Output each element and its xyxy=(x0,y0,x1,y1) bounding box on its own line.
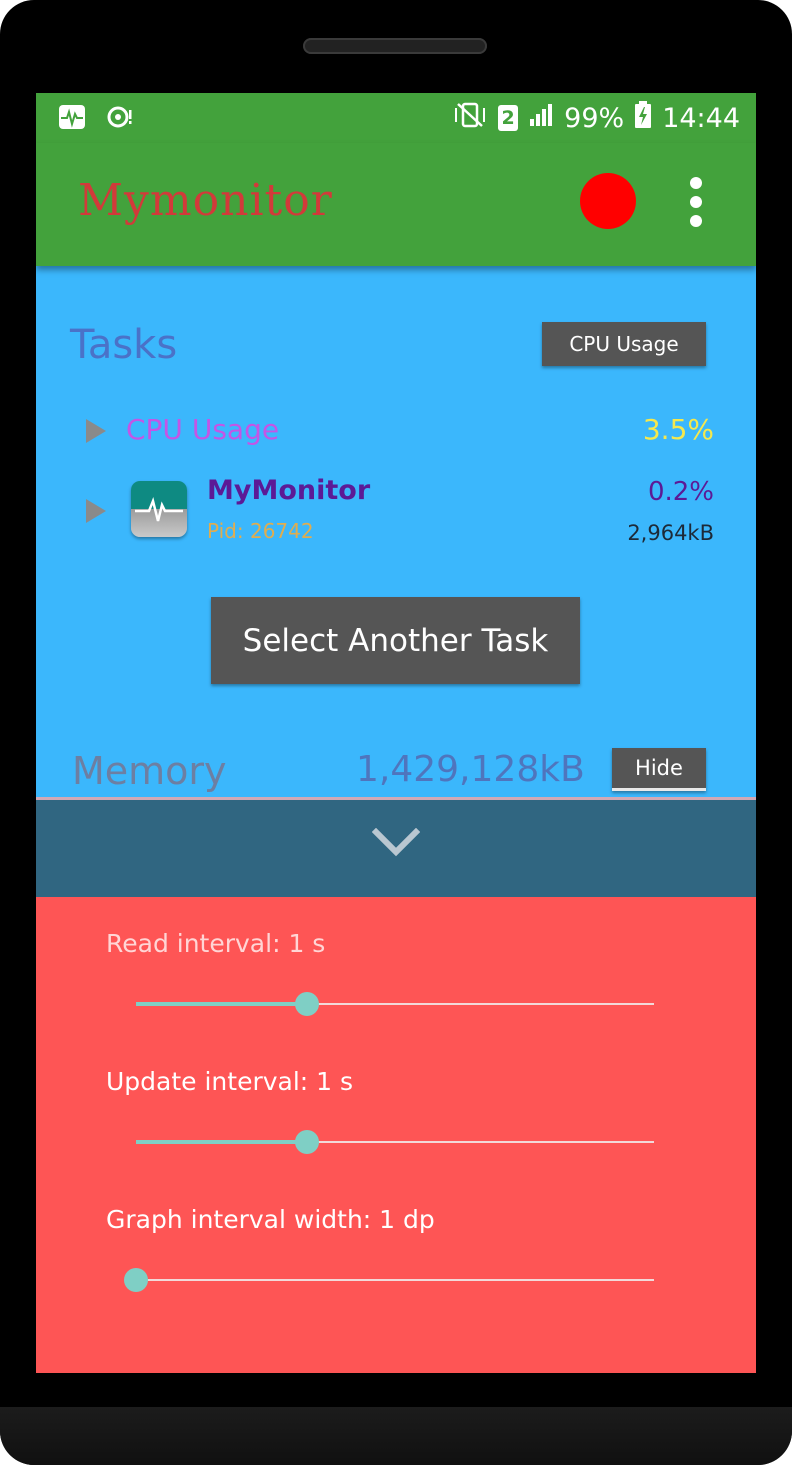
hide-memory-button[interactable]: Hide xyxy=(612,748,706,791)
slider-fill xyxy=(136,1140,307,1144)
collapse-handle[interactable] xyxy=(36,797,756,900)
read-interval-slider[interactable] xyxy=(136,991,656,1017)
tasks-title: Tasks xyxy=(70,322,178,368)
activity-monitor-icon xyxy=(58,104,86,130)
battery-charging-icon xyxy=(634,100,652,136)
process-name: MyMonitor xyxy=(207,475,371,506)
update-interval-label: Update interval: 1 s xyxy=(106,1067,354,1096)
graph-interval-width-slider[interactable] xyxy=(124,1267,656,1293)
slider-thumb[interactable] xyxy=(294,992,319,1016)
mymonitor-app-icon xyxy=(131,481,187,537)
battery-percent: 99% xyxy=(564,102,625,134)
update-interval-slider[interactable] xyxy=(136,1129,656,1155)
chevron-down-icon[interactable] xyxy=(372,828,420,858)
graph-interval-width-label: Graph interval width: 1 dp xyxy=(106,1205,435,1234)
memory-value: 1,429,128kB xyxy=(356,749,585,790)
cpu-usage-label: CPU Usage xyxy=(126,413,280,446)
app-title: Mymonitor xyxy=(78,175,333,226)
app-screen: 2 99% 14:44 Mymonitor Tasks CPU Usage CP… xyxy=(36,93,756,1373)
cpu-usage-value: 3.5% xyxy=(642,413,714,446)
memory-title: Memory xyxy=(72,749,227,793)
record-button[interactable] xyxy=(580,173,636,229)
read-interval-label: Read interval: 1 s xyxy=(106,929,326,958)
process-pid: Pid: 26742 xyxy=(207,519,314,543)
clock: 14:44 xyxy=(662,102,740,134)
slider-fill xyxy=(136,1002,307,1006)
phone-chin xyxy=(0,1407,792,1465)
expand-process-arrow-icon[interactable] xyxy=(86,499,106,523)
slider-track xyxy=(136,1279,654,1281)
sim-slot-badge: 2 xyxy=(498,105,519,131)
signal-icon xyxy=(528,103,554,134)
app-bar: Mymonitor xyxy=(36,143,756,266)
slider-thumb[interactable] xyxy=(294,1130,319,1154)
overflow-menu-icon[interactable] xyxy=(686,175,706,231)
sort-cpu-usage-button[interactable]: CPU Usage xyxy=(542,322,706,366)
process-cpu-value: 0.2% xyxy=(647,477,714,507)
select-another-task-button[interactable]: Select Another Task xyxy=(211,597,580,684)
phone-frame: 2 99% 14:44 Mymonitor Tasks CPU Usage CP… xyxy=(0,0,792,1465)
earpiece-speaker xyxy=(303,38,487,54)
process-memory-value: 2,964kB xyxy=(627,521,714,545)
vibrate-icon xyxy=(452,102,488,135)
slider-thumb[interactable] xyxy=(124,1268,148,1292)
expand-cpu-arrow-icon[interactable] xyxy=(86,419,106,443)
sync-alert-icon xyxy=(106,104,134,130)
status-bar: 2 99% 14:44 xyxy=(36,93,756,143)
settings-panel: Read interval: 1 s Update interval: 1 s … xyxy=(36,897,756,1373)
status-indicators: 2 99% 14:44 xyxy=(452,100,740,136)
